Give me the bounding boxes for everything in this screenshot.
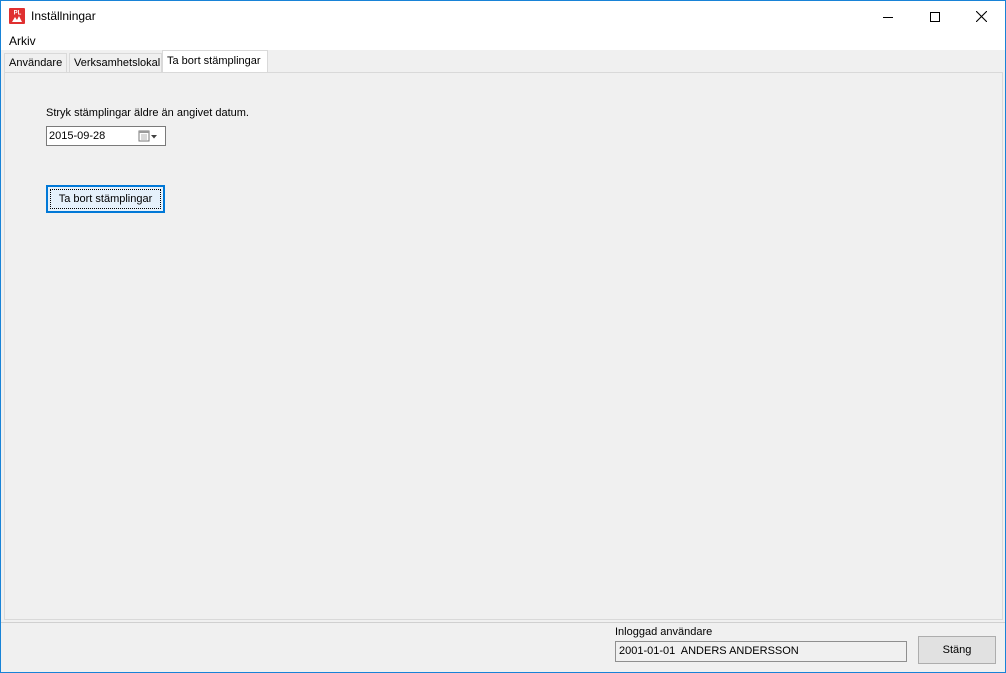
- window-title: Inställningar: [31, 9, 96, 23]
- footer-divider: [1, 622, 1005, 623]
- tab-panel: Stryk stämplingar äldre än angivet datum…: [4, 72, 1003, 620]
- minimize-button[interactable]: [865, 1, 911, 32]
- svg-text:PL: PL: [14, 11, 22, 17]
- tab-strip: Användare Verksamhetslokal Ta bort stämp…: [1, 50, 1005, 72]
- chevron-down-icon: [151, 135, 157, 139]
- logged-in-label: Inloggad användare: [615, 626, 713, 638]
- tab-verksamhetslokal[interactable]: Verksamhetslokal: [69, 53, 162, 72]
- calendar-icon: [138, 130, 150, 142]
- description-label: Stryk stämplingar äldre än angivet datum…: [46, 107, 249, 119]
- menu-item-arkiv[interactable]: Arkiv: [9, 34, 36, 48]
- settings-window: PL Inställningar Arkiv Användare Verksam…: [0, 0, 1006, 673]
- tab-ta-bort-stamplingar[interactable]: Ta bort stämplingar: [162, 50, 268, 72]
- app-icon: PL: [9, 8, 25, 24]
- date-picker[interactable]: 2015-09-28: [46, 126, 166, 146]
- close-icon: [975, 11, 987, 22]
- close-window-button[interactable]: [958, 1, 1004, 32]
- maximize-icon: [930, 11, 940, 22]
- title-bar[interactable]: PL Inställningar: [1, 1, 1005, 32]
- delete-stamplings-button[interactable]: Ta bort stämplingar: [46, 185, 165, 213]
- minimize-icon: [883, 16, 893, 18]
- logged-in-user-field: 2001-01-01 ANDERS ANDERSSON: [615, 641, 907, 662]
- date-value[interactable]: 2015-09-28: [49, 130, 105, 142]
- date-dropdown-button[interactable]: [137, 129, 163, 144]
- tab-anvandare[interactable]: Användare: [4, 53, 67, 72]
- maximize-button[interactable]: [912, 1, 958, 32]
- close-button[interactable]: Stäng: [918, 636, 996, 664]
- delete-button-label: Ta bort stämplingar: [58, 193, 153, 205]
- menu-bar: Arkiv: [1, 32, 1005, 50]
